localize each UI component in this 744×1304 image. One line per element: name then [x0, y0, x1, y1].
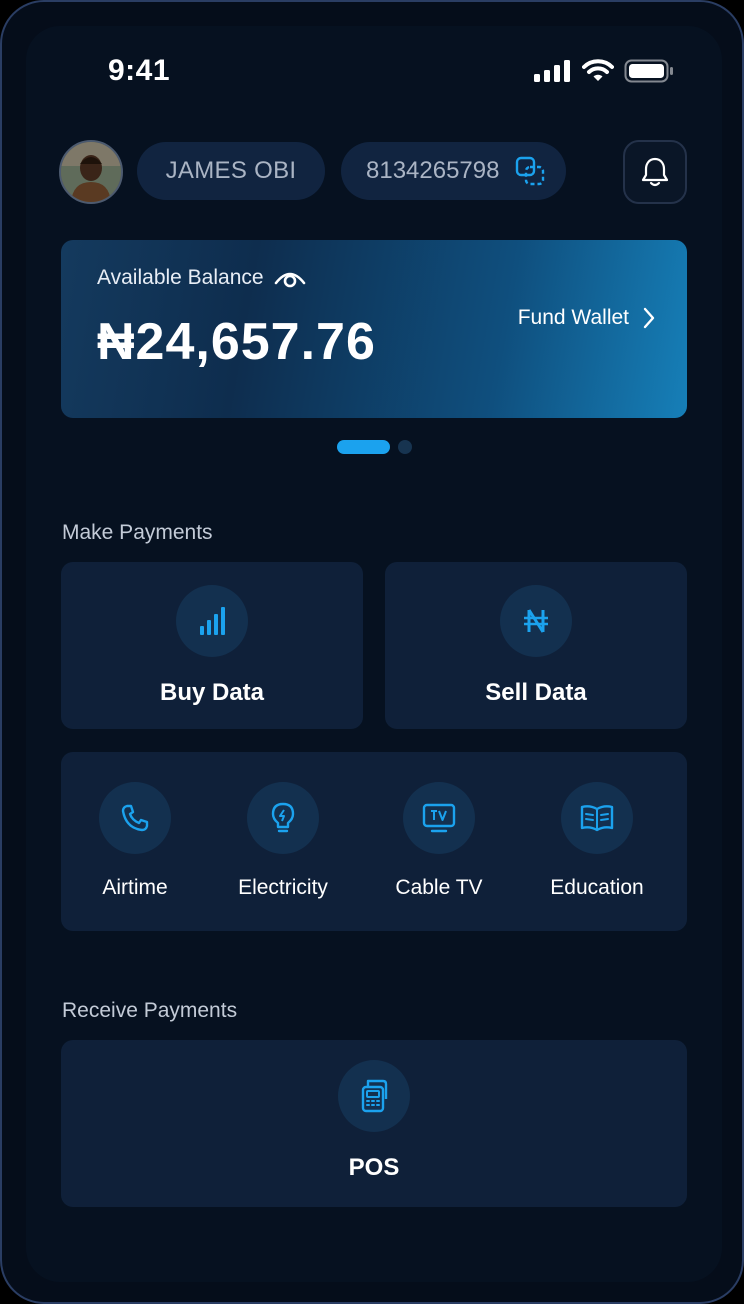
pos-icon-circle — [338, 1060, 410, 1132]
bill-item-airtime[interactable]: Airtime — [60, 782, 210, 900]
bill-label-education: Education — [550, 876, 644, 899]
user-name: JAMES OBI — [165, 157, 297, 184]
avatar[interactable] — [59, 140, 123, 204]
bill-label-cable-tv: Cable TV — [395, 876, 483, 899]
bill-item-electricity[interactable]: Electricity — [208, 782, 358, 900]
carousel-dot-active[interactable] — [337, 440, 390, 454]
notification-button[interactable] — [623, 140, 687, 204]
phone-frame: 9:41 JAMES OBI 8134265798 Available Bala… — [0, 0, 744, 1304]
balance-label-row: Available Balance — [97, 266, 306, 290]
pos-card[interactable]: POS — [61, 1040, 687, 1207]
book-icon — [580, 805, 614, 832]
fund-wallet-label: Fund Wallet — [517, 306, 629, 329]
bill-item-cable-tv[interactable]: Cable TV — [364, 782, 514, 900]
copy-icon[interactable] — [515, 156, 545, 186]
balance-label: Available Balance — [97, 266, 264, 289]
bill-label-electricity: Electricity — [238, 876, 328, 899]
bill-item-education[interactable]: Education — [522, 782, 672, 900]
book-icon-circle — [561, 782, 633, 854]
signal-icon — [534, 60, 570, 82]
chevron-right-icon — [643, 307, 655, 329]
balance-card: Available Balance ₦24,657.76 Fund Wallet — [61, 240, 687, 418]
receive-payments-title: Receive Payments — [62, 999, 238, 1022]
bulb-icon-circle — [247, 782, 319, 854]
user-name-pill[interactable]: JAMES OBI — [137, 142, 325, 200]
sell-data-icon-circle — [500, 585, 572, 657]
account-number: 8134265798 — [366, 157, 500, 184]
balance-amount: ₦24,657.76 — [97, 313, 376, 371]
naira-icon — [524, 609, 548, 633]
buy-data-card[interactable]: Buy Data — [61, 562, 363, 729]
bill-label-airtime: Airtime — [102, 876, 168, 899]
tv-icon — [422, 803, 456, 833]
battery-icon — [624, 59, 673, 83]
sell-data-label: Sell Data — [485, 679, 587, 706]
signal-bars-icon — [200, 607, 225, 635]
status-time: 9:41 — [108, 54, 171, 87]
buy-data-label: Buy Data — [159, 679, 265, 706]
pos-label: POS — [348, 1154, 400, 1181]
fund-wallet-button[interactable]: Fund Wallet — [518, 306, 655, 330]
sell-data-card[interactable]: Sell Data — [385, 562, 687, 729]
phone-icon-circle — [99, 782, 171, 854]
pos-terminal-icon — [361, 1079, 388, 1113]
make-payments-title: Make Payments — [62, 521, 213, 544]
avatar-image — [61, 142, 121, 202]
buy-data-icon-circle — [176, 585, 248, 657]
account-number-pill[interactable]: 8134265798 — [341, 142, 566, 200]
tv-icon-circle — [403, 782, 475, 854]
carousel-dot[interactable] — [398, 440, 412, 454]
bell-icon — [641, 157, 669, 187]
carousel-indicator — [337, 440, 412, 454]
wifi-icon — [582, 59, 614, 81]
eye-icon[interactable] — [274, 267, 306, 289]
phone-icon — [121, 804, 149, 832]
status-icons — [534, 59, 674, 83]
bulb-icon — [271, 802, 295, 833]
bills-card: Airtime Electricity Cable TV Education — [61, 752, 687, 931]
